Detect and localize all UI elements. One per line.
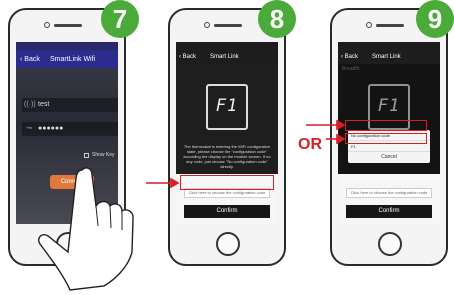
pointer-arrows bbox=[146, 119, 346, 189]
arrow-head bbox=[170, 177, 180, 189]
step-badge-7: 7 bbox=[101, 0, 139, 38]
arrow-head bbox=[336, 119, 346, 131]
arrow-head bbox=[336, 133, 346, 145]
step-badge-9: 9 bbox=[416, 0, 454, 38]
step-badge-8: 8 bbox=[258, 0, 296, 38]
